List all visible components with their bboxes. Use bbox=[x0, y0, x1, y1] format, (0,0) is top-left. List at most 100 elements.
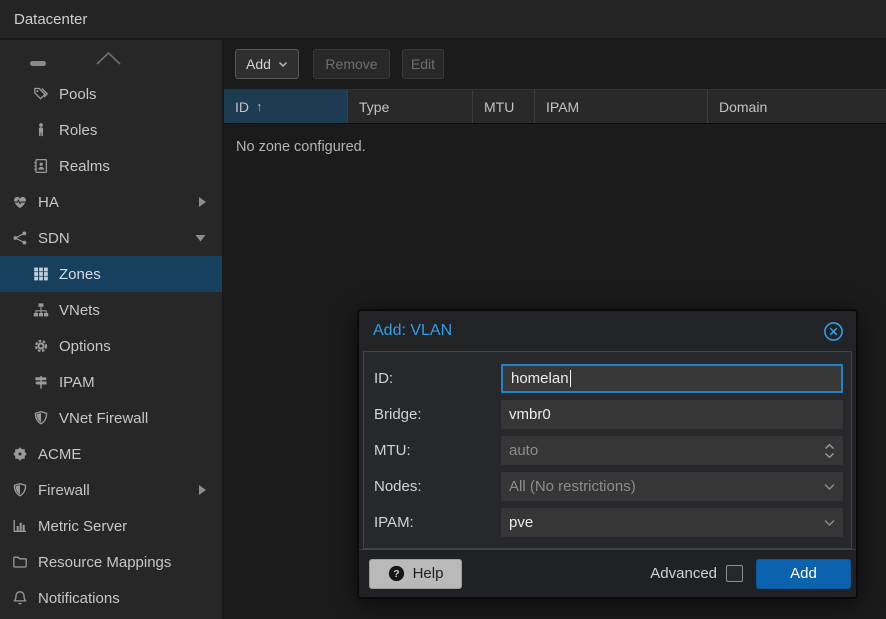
sidebar-scroll-up[interactable] bbox=[0, 40, 222, 76]
sidebar-item-label: HA bbox=[38, 194, 59, 211]
sidebar-item-label: Firewall bbox=[38, 482, 90, 499]
dialog-form: ID: homelan Bridge: vmbr0 MTU: auto Node… bbox=[363, 351, 852, 549]
sidebar-item-vnet-firewall[interactable]: VNet Firewall bbox=[0, 400, 222, 436]
edit-button-label: Edit bbox=[411, 56, 435, 72]
id-input[interactable]: homelan bbox=[501, 364, 843, 393]
ipam-dropdown[interactable]: pve bbox=[501, 508, 843, 537]
chevron-down-icon bbox=[823, 518, 836, 527]
id-label: ID: bbox=[374, 364, 393, 393]
sidebar-item-label: Options bbox=[59, 338, 111, 355]
bridge-label: Bridge: bbox=[374, 400, 422, 429]
spinner-buttons[interactable] bbox=[823, 442, 836, 459]
column-header-domain[interactable]: Domain bbox=[708, 90, 886, 123]
dialog-title: Add: VLAN bbox=[373, 322, 823, 340]
empty-table-message: No zone configured. bbox=[236, 139, 366, 155]
sidebar-item-label: VNet Firewall bbox=[59, 410, 148, 427]
mtu-label: MTU: bbox=[374, 436, 411, 465]
close-button[interactable] bbox=[823, 321, 844, 342]
sidebar-item-label: VNets bbox=[59, 302, 100, 319]
edit-button[interactable]: Edit bbox=[402, 49, 444, 79]
sidebar-item-pools[interactable]: Pools bbox=[0, 76, 222, 112]
advanced-label: Advanced bbox=[650, 565, 717, 582]
heartbeat-icon bbox=[11, 194, 29, 210]
nodes-dropdown[interactable]: All (No restrictions) bbox=[501, 472, 843, 501]
sidebar-item-label: Notifications bbox=[38, 590, 120, 607]
text-cursor bbox=[570, 370, 572, 387]
column-header-id[interactable]: ID ↑ bbox=[224, 90, 348, 123]
tags-icon bbox=[32, 86, 50, 102]
column-header-type[interactable]: Type bbox=[348, 90, 473, 123]
chevron-down-icon bbox=[823, 482, 836, 491]
dialog-footer: ? Help Advanced Add bbox=[359, 549, 856, 597]
chevron-down-icon[interactable] bbox=[194, 233, 207, 243]
ipam-label: IPAM: bbox=[374, 508, 414, 537]
clipped-item-fragment bbox=[30, 61, 46, 66]
add-vlan-dialog: Add: VLAN ID: homelan Bridge: vmbr0 MTU:… bbox=[358, 310, 857, 598]
chevron-right-icon[interactable] bbox=[197, 484, 207, 497]
user-icon bbox=[32, 122, 50, 138]
sidebar-item-label: SDN bbox=[38, 230, 70, 247]
page-title: Datacenter bbox=[14, 11, 87, 28]
spinner-up-down-icon bbox=[823, 442, 836, 459]
sidebar-item-options[interactable]: Options bbox=[0, 328, 222, 364]
sidebar-item-ipam[interactable]: IPAM bbox=[0, 364, 222, 400]
sidebar-item-sdn[interactable]: SDN bbox=[0, 220, 222, 256]
sidebar-item-label: ACME bbox=[38, 446, 81, 463]
sidebar-item-label: Pools bbox=[59, 86, 97, 103]
sidebar-item-ha[interactable]: HA bbox=[0, 184, 222, 220]
shield-icon bbox=[32, 410, 50, 426]
remove-button-label: Remove bbox=[325, 56, 377, 72]
sidebar-item-label: Realms bbox=[59, 158, 110, 175]
sidebar-item-resource-mappings[interactable]: Resource Mappings bbox=[0, 544, 222, 580]
signpost-icon bbox=[32, 374, 50, 390]
ipam-dropdown-value: pve bbox=[509, 514, 533, 531]
sidebar-item-vnets[interactable]: VNets bbox=[0, 292, 222, 328]
bridge-input[interactable]: vmbr0 bbox=[501, 400, 843, 429]
close-icon bbox=[823, 321, 844, 342]
nodes-placeholder: All (No restrictions) bbox=[509, 478, 636, 495]
sort-asc-icon: ↑ bbox=[256, 99, 263, 114]
sidebar-item-firewall[interactable]: Firewall bbox=[0, 472, 222, 508]
gear-icon bbox=[32, 338, 50, 354]
remove-button[interactable]: Remove bbox=[313, 49, 390, 79]
mtu-placeholder: auto bbox=[509, 442, 538, 459]
certificate-icon bbox=[11, 446, 29, 462]
bar-chart-icon bbox=[11, 518, 29, 534]
sidebar-item-notifications[interactable]: Notifications bbox=[0, 580, 222, 616]
sidebar-item-roles[interactable]: Roles bbox=[0, 112, 222, 148]
column-header-ipam[interactable]: IPAM bbox=[535, 90, 708, 123]
shield-icon bbox=[11, 482, 29, 498]
help-button-label: Help bbox=[413, 565, 444, 582]
address-book-icon bbox=[32, 158, 50, 174]
bell-icon bbox=[11, 590, 29, 606]
sidebar-item-label: Roles bbox=[59, 122, 97, 139]
advanced-checkbox[interactable] bbox=[726, 565, 743, 582]
submit-add-label: Add bbox=[790, 565, 817, 582]
submit-add-button[interactable]: Add bbox=[756, 559, 851, 589]
sidebar-item-realms[interactable]: Realms bbox=[0, 148, 222, 184]
add-button-label: Add bbox=[246, 56, 271, 72]
grid-icon bbox=[32, 266, 50, 282]
sidebar-item-acme[interactable]: ACME bbox=[0, 436, 222, 472]
sidebar-item-zones[interactable]: Zones bbox=[0, 256, 222, 292]
column-header-mtu[interactable]: MTU bbox=[473, 90, 535, 123]
mtu-spinner[interactable]: auto bbox=[501, 436, 843, 465]
add-button[interactable]: Add bbox=[235, 49, 299, 79]
help-button[interactable]: ? Help bbox=[369, 559, 462, 589]
sidebar-tree: Pools Roles Realms HA SDN bbox=[0, 40, 223, 619]
question-circle-icon: ? bbox=[388, 565, 405, 582]
sitemap-icon bbox=[32, 302, 50, 318]
sidebar-item-label: IPAM bbox=[59, 374, 95, 391]
id-input-value: homelan bbox=[511, 370, 569, 387]
table-header-row: ID ↑ Type MTU IPAM Domain bbox=[224, 89, 886, 124]
sidebar-item-label: Zones bbox=[59, 266, 101, 283]
sidebar-item-label: Resource Mappings bbox=[38, 554, 171, 571]
dialog-header[interactable]: Add: VLAN bbox=[359, 311, 856, 351]
sidebar-item-metric-server[interactable]: Metric Server bbox=[0, 508, 222, 544]
network-icon bbox=[11, 230, 29, 246]
caret-down-icon bbox=[278, 61, 288, 68]
chevron-right-icon[interactable] bbox=[197, 196, 207, 209]
top-bar: Datacenter bbox=[0, 0, 886, 39]
nodes-label: Nodes: bbox=[374, 472, 422, 501]
svg-text:?: ? bbox=[393, 568, 399, 580]
